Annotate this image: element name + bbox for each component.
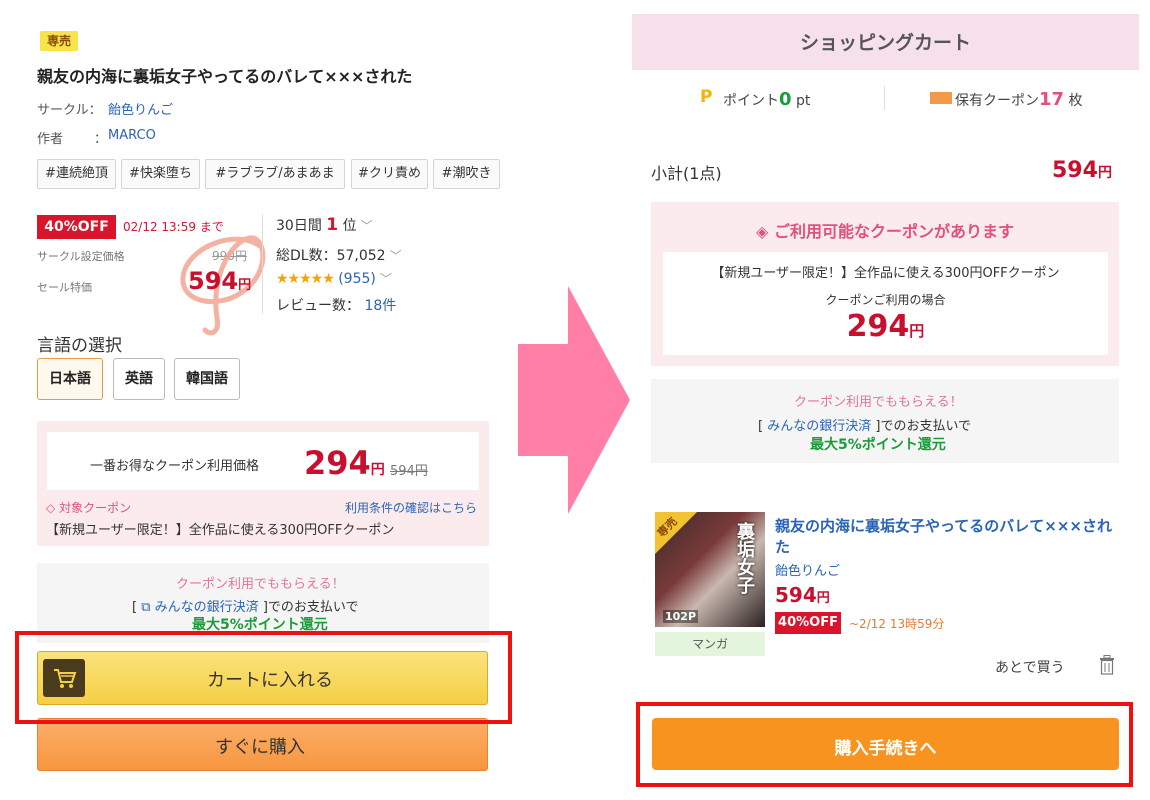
subtotal-label: 小計(1点) (651, 164, 722, 183)
circle-price-label: サークル設定価格 (37, 250, 125, 263)
chevron-down-icon: ﹀ (360, 219, 373, 233)
cart-item-circle[interactable]: 飴色りんご (775, 560, 840, 579)
chevron-down-icon: ﹀ (379, 272, 392, 286)
cart-item-price: 594円 (775, 583, 830, 607)
language-english[interactable]: 英語 (113, 358, 165, 400)
ranking-value: 1 (326, 215, 339, 235)
highlight-frame-checkout (636, 702, 1133, 787)
points-value: 0 (779, 89, 792, 110)
downloads-stat[interactable]: 総DL数：57,052 ﹀ (276, 245, 402, 265)
tag-2[interactable]: #ラブラブ/あまあま (205, 159, 345, 189)
cart-bank-promo-line: [ みんなの銀行決済 ]でのお支払いで (758, 419, 972, 434)
best-coupon-original-price: 594円 (390, 464, 428, 479)
exclusive-badge: 専売 (40, 31, 78, 51)
points-balance: ポイント0 pt (723, 89, 811, 110)
cart-bank-reward: 最大5%ポイント還元 (810, 437, 946, 453)
cart-coupon-price: 294円 (846, 309, 925, 344)
reviews-label: レビュー数： (276, 298, 360, 314)
chevron-down-icon: ﹀ (389, 249, 402, 263)
external-link-icon: ⧉ (141, 600, 151, 615)
cart-coupon-condition: クーポンご利用の場合 (825, 293, 946, 307)
author-separator: ： (94, 132, 108, 147)
sale-price-label: セール特価 (37, 281, 92, 294)
cart-item-discount-badge: 40%OFF (775, 612, 841, 634)
discount-badge: 40%OFF (37, 215, 116, 239)
language-heading: 言語の選択 (37, 336, 122, 356)
terms-link[interactable]: 利用条件の確認はこちら (345, 499, 477, 516)
tag-icon: ◇ (46, 501, 56, 515)
coupon-description: 【新規ユーザー限定！】全作品に使える300円OFFクーポン (46, 523, 395, 538)
coupon-ticket-icon (930, 92, 952, 104)
circle-label: サークル： (37, 103, 102, 118)
coupon-available-title: ◈ ご利用可能なクーポンがあります (756, 222, 1014, 241)
subtotal-value: 594円 (1052, 158, 1112, 183)
language-japanese[interactable]: 日本語 (37, 358, 103, 400)
tag-4[interactable]: #潮吹き (433, 159, 500, 189)
product-title: 親友の内海に裏垢女子やってるのバレて×××された (37, 67, 413, 86)
target-coupon-label: ◇ 対象クーポン (46, 501, 132, 515)
genre-tag: マンガ (655, 632, 765, 656)
downloads-value: 総DL数：57,052 (276, 248, 386, 264)
thumbnail-title-text: 裏垢女子 (734, 522, 755, 594)
tag-3[interactable]: #クリ責め (351, 159, 428, 189)
author-label: 作者 (37, 132, 64, 147)
cart-bank-link[interactable]: みんなの銀行決済 (767, 419, 871, 434)
ranking-suffix: 位 (342, 218, 357, 234)
tag-0[interactable]: #連続絶頂 (37, 159, 116, 189)
rating-count: (955) (338, 271, 376, 287)
trash-icon[interactable] (1099, 655, 1115, 675)
tag-1[interactable]: #快楽堕ち (121, 159, 200, 189)
bank-link[interactable]: みんなの銀行決済 (155, 600, 259, 615)
coupon-balance: 保有クーポン17 枚 (955, 89, 1083, 110)
cart-item-deadline: ~2/12 13時59分 (849, 617, 945, 631)
language-korean[interactable]: 韓国語 (174, 358, 240, 400)
point-icon: P (700, 87, 713, 107)
bank-promo-title: クーポン利用でももらえる！ (176, 577, 345, 592)
highlight-frame-cart (15, 631, 512, 724)
circle-link[interactable]: 飴色りんご (108, 99, 173, 118)
cart-title: ショッピングカート (799, 32, 971, 54)
cart-bank-promo-title: クーポン利用でももらえる！ (794, 395, 963, 410)
yen-unit: 円 (816, 591, 830, 606)
rating-stars: ★★★★★ (276, 271, 335, 287)
coupon-count-value: 17 (1039, 89, 1065, 110)
best-coupon-price: 294円 (304, 444, 385, 482)
sale-price: 594円 (188, 267, 252, 295)
yen-unit: 円 (370, 462, 385, 478)
stats-divider (262, 214, 263, 314)
best-coupon-label: 一番お得なクーポン利用価格 (90, 459, 260, 474)
yen-unit: 円 (238, 278, 252, 293)
author-link[interactable]: MARCO (108, 128, 156, 143)
reviews-value: 18件 (364, 298, 397, 314)
cart-item-title[interactable]: 親友の内海に裏垢女子やってるのバレて×××された (775, 516, 1115, 558)
balance-divider (884, 86, 885, 110)
yen-unit: 円 (1097, 165, 1112, 181)
ranking-stat[interactable]: 30日間 1 位 ﹀ (276, 215, 373, 235)
ranking-prefix: 30日間 (276, 218, 322, 234)
reviews-stat[interactable]: レビュー数： 18件 (276, 295, 396, 315)
coupon-tag-icon: ◈ (756, 222, 769, 241)
rating-stat[interactable]: ★★★★★ (955) ﹀ (276, 270, 392, 287)
cart-coupon-description: 【新規ユーザー限定！】全作品に使える300円OFFクーポン (711, 266, 1060, 281)
bank-promo-line: [ ⧉ みんなの銀行決済 ]でのお支払いで (132, 600, 359, 615)
thumbnail-page-count: 102P (663, 610, 699, 623)
arrow-right-icon (518, 286, 630, 514)
yen-unit: 円 (909, 322, 925, 340)
buy-now-label: すぐに購入 (215, 737, 305, 758)
buy-later-button[interactable]: あとで買う (995, 657, 1065, 677)
